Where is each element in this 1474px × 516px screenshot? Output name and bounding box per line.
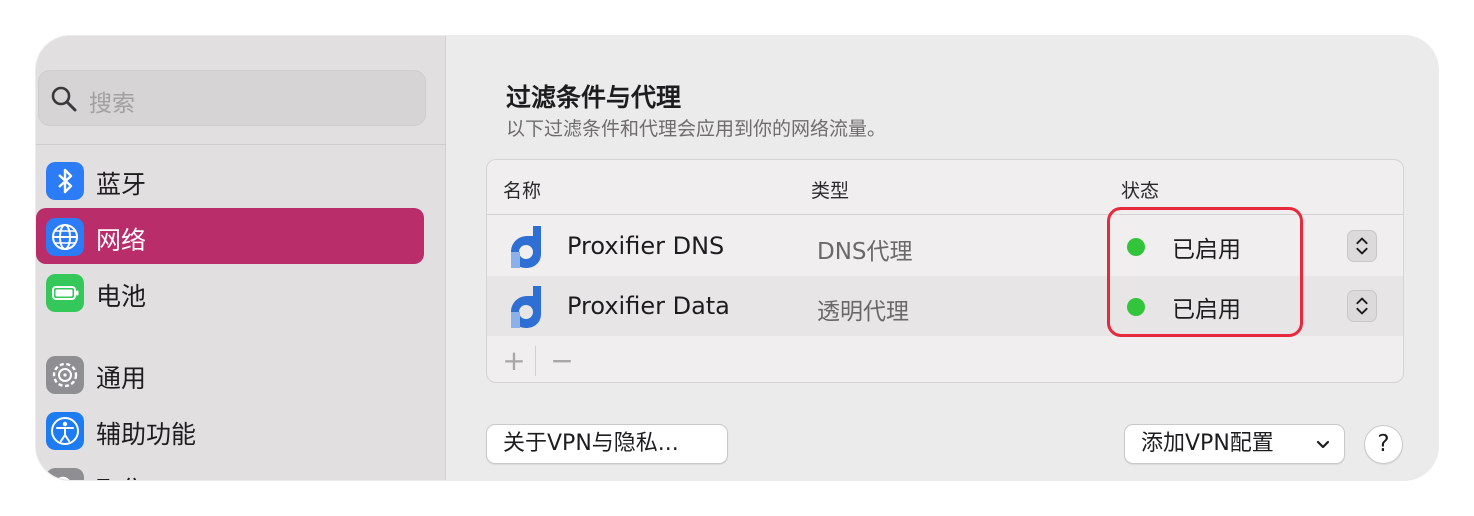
proxifier-icon xyxy=(511,226,541,268)
search-field[interactable]: 搜索 xyxy=(38,70,426,126)
sidebar-item-bluetooth[interactable]: 蓝牙 xyxy=(36,152,424,208)
status-stepper[interactable] xyxy=(1347,230,1377,262)
about-vpn-privacy-button[interactable]: 关于VPN与隐私... xyxy=(486,424,728,464)
search-icon xyxy=(51,86,77,112)
sidebar-item-network[interactable]: 网络 xyxy=(36,208,424,264)
main-content: 过滤条件与代理 以下过滤条件和代理会应用到你的网络流量。 名称 类型 状态 Pr… xyxy=(446,36,1438,480)
sidebar-item-label: 蓝牙 xyxy=(96,170,147,199)
spotlight-icon xyxy=(46,468,84,480)
sidebar-divider xyxy=(36,144,446,145)
sidebar-item-label: 电池 xyxy=(96,282,147,311)
sidebar-item-label: 通用 xyxy=(96,364,147,393)
add-button[interactable]: + xyxy=(501,344,527,377)
add-vpn-config-label: 添加VPN配置 xyxy=(1141,431,1274,456)
row-type: DNS代理 xyxy=(817,239,913,265)
section-title: 过滤条件与代理 xyxy=(506,83,682,112)
footer-divider xyxy=(535,346,536,376)
battery-icon xyxy=(46,274,84,312)
settings-window: 搜索 蓝牙 网络 电池 通用 辅助功能 过滤条件与代理 以下过滤条件和代理会应用… xyxy=(36,36,1438,480)
row-type: 透明代理 xyxy=(817,299,909,325)
gear-icon xyxy=(46,356,84,394)
column-header-status[interactable]: 状态 xyxy=(1121,176,1159,203)
row-name: Proxifier Data xyxy=(567,292,730,320)
status-stepper[interactable] xyxy=(1347,290,1377,322)
sidebar-item-spotlight[interactable]: 聚焦 xyxy=(36,458,424,480)
accessibility-icon xyxy=(46,412,84,450)
globe-icon xyxy=(46,218,84,256)
row-name: Proxifier DNS xyxy=(567,232,725,260)
section-subtitle: 以下过滤条件和代理会应用到你的网络流量。 xyxy=(506,118,887,140)
sidebar-item-label: 辅助功能 xyxy=(96,420,197,449)
help-button[interactable]: ? xyxy=(1364,425,1403,464)
remove-button[interactable]: − xyxy=(549,344,575,377)
sidebar: 搜索 蓝牙 网络 电池 通用 辅助功能 xyxy=(36,36,446,480)
status-highlight-box xyxy=(1107,207,1303,337)
sidebar-item-label: 聚焦 xyxy=(96,471,146,480)
bluetooth-icon xyxy=(46,162,84,200)
search-placeholder: 搜索 xyxy=(89,91,135,117)
column-header-name[interactable]: 名称 xyxy=(503,176,541,203)
sidebar-item-label: 网络 xyxy=(96,226,147,255)
proxifier-icon xyxy=(511,286,541,328)
sidebar-item-accessibility[interactable]: 辅助功能 xyxy=(36,402,424,458)
column-header-type[interactable]: 类型 xyxy=(811,176,849,203)
sidebar-item-general[interactable]: 通用 xyxy=(36,346,424,402)
add-vpn-config-button[interactable]: 添加VPN配置 xyxy=(1124,424,1345,464)
chevron-down-icon xyxy=(1316,440,1330,449)
table-footer: + − xyxy=(487,338,1403,382)
sidebar-item-battery[interactable]: 电池 xyxy=(36,264,424,320)
about-vpn-privacy-label: 关于VPN与隐私... xyxy=(503,431,679,456)
